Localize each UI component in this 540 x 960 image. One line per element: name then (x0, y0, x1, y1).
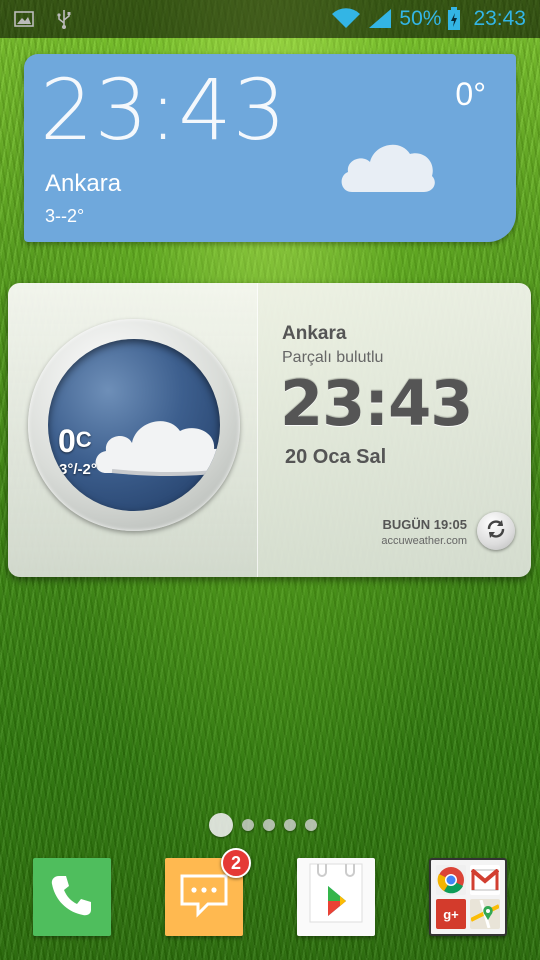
weather-city: Ankara (282, 323, 347, 344)
status-bar[interactable]: 50% 23:43 (0, 0, 540, 38)
image-icon (14, 11, 34, 27)
messaging-app[interactable]: 2 (165, 848, 251, 936)
refresh-button[interactable] (477, 512, 515, 550)
unread-badge: 2 (221, 848, 251, 878)
page-dot-1[interactable] (209, 813, 233, 837)
play-store-icon (304, 862, 368, 932)
gmail-icon (470, 865, 500, 895)
sky-image: 0C 3°/-2° (48, 339, 220, 511)
phone-app[interactable] (33, 858, 111, 936)
wifi-icon (331, 8, 361, 30)
partly-cloudy-icon (92, 401, 220, 485)
refresh-icon (484, 517, 508, 545)
battery-charging-icon (447, 7, 461, 31)
weather-source[interactable]: accuweather.com (381, 535, 467, 547)
page-dot-3[interactable] (263, 819, 275, 831)
google-plus-icon: g+ (436, 899, 466, 929)
last-updated: BUGÜN 19:05 (382, 517, 467, 532)
widget-clock-time: 23:43 (40, 61, 288, 159)
message-icon (178, 872, 230, 922)
chrome-icon (436, 865, 466, 895)
current-temperature: 0C (58, 423, 92, 459)
usb-icon (56, 9, 72, 29)
cloud-icon (338, 132, 438, 198)
weather-dial-panel: 0C 3°/-2° (8, 283, 258, 577)
widget-temperature: 0° (455, 76, 486, 112)
page-indicator[interactable] (209, 812, 317, 838)
weather-dial: 0C 3°/-2° (28, 319, 240, 531)
phone-icon (49, 872, 95, 922)
page-dot-4[interactable] (284, 819, 296, 831)
status-clock: 23:43 (473, 7, 526, 30)
signal-icon (367, 8, 393, 30)
page-dot-2[interactable] (242, 819, 254, 831)
app-dock: 2 g+ (0, 848, 540, 950)
weather-condition: Parçalı bulutlu (282, 349, 384, 366)
temperature-range: 3°/-2° (59, 461, 97, 478)
battery-percentage: 50% (399, 7, 442, 30)
clock-weather-widget[interactable]: 23:43 0° Ankara 3--2° (24, 54, 516, 242)
accuweather-widget[interactable]: 0C 3°/-2° Ankara Parçalı bulutlu 23:43 2… (8, 283, 531, 577)
google-apps-folder[interactable]: g+ (429, 858, 507, 936)
widget-temp-range: 3--2° (45, 206, 85, 226)
widget-city: Ankara (45, 170, 122, 197)
page-dot-5[interactable] (305, 819, 317, 831)
weather-date: 20 Oca Sal (285, 446, 387, 468)
play-store-app[interactable] (297, 858, 375, 936)
maps-icon (470, 899, 500, 929)
weather-clock-time: 23:43 (280, 367, 473, 440)
